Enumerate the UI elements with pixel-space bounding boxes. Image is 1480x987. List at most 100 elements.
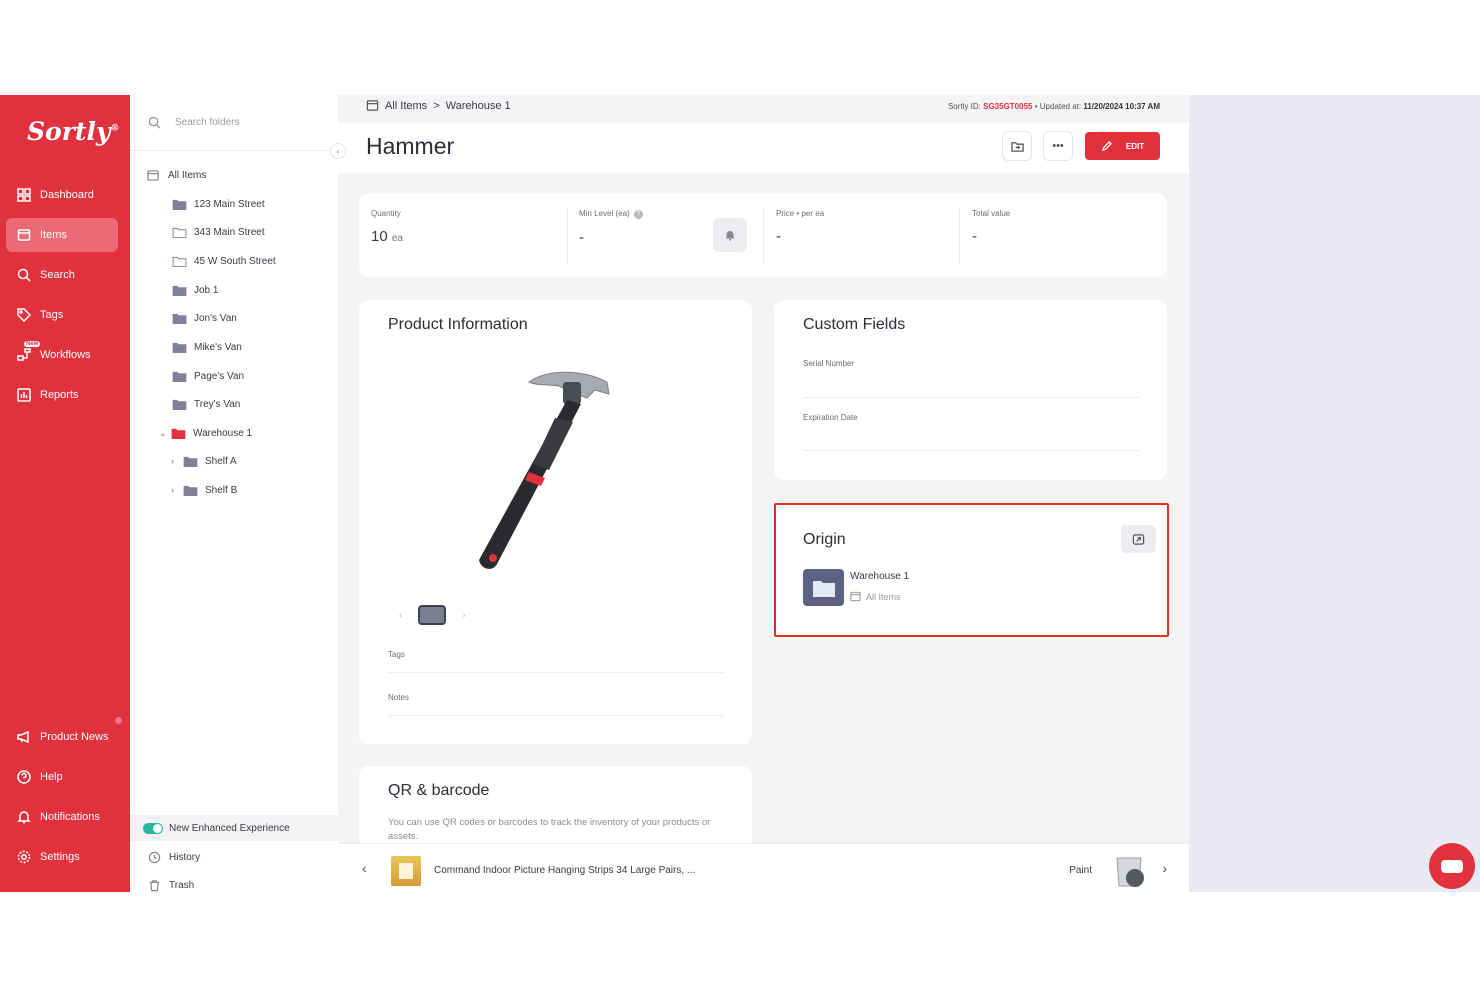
folder-item[interactable]: Job 1: [172, 280, 218, 300]
folder-root[interactable]: All Items: [146, 165, 206, 185]
toggle-switch[interactable]: [143, 822, 163, 834]
nav-notifications[interactable]: Notifications: [6, 800, 118, 834]
chevron-right-icon[interactable]: ›: [171, 456, 181, 466]
next-item-title[interactable]: Paint: [1069, 865, 1092, 876]
origin-path-label: All Items: [866, 591, 901, 602]
image-thumbnails: ‹ ›: [399, 605, 466, 625]
new-badge: New: [24, 341, 41, 347]
go-to-folder-button[interactable]: [1121, 525, 1156, 553]
previous-item-button[interactable]: ‹: [362, 860, 367, 876]
gear-icon: [16, 849, 32, 865]
breadcrumb-current[interactable]: Warehouse 1: [446, 100, 511, 112]
origin-card: Origin Warehouse 1 All Items: [774, 503, 1169, 637]
qr-barcode-description: You can use QR codes or barcodes to trac…: [388, 817, 711, 842]
edit-button[interactable]: EDIT: [1085, 132, 1160, 160]
folder-label: 123 Main Street: [194, 198, 265, 210]
nav-dashboard[interactable]: Dashboard: [6, 178, 118, 212]
folder-item[interactable]: Jon's Van: [172, 308, 237, 328]
next-image-icon[interactable]: ›: [462, 610, 465, 621]
trash-label: Trash: [169, 879, 195, 891]
help-icon[interactable]: ?: [633, 210, 643, 219]
folder-icon: [171, 428, 186, 439]
chat-support-button[interactable]: [1429, 843, 1475, 889]
price-stat: Price • per ea -: [776, 209, 824, 245]
chat-icon: [1441, 859, 1463, 873]
pencil-icon: [1101, 140, 1112, 151]
chevron-right-icon[interactable]: ›: [171, 485, 181, 495]
sortly-logo[interactable]: Sortly®: [27, 117, 119, 146]
more-dots-icon: •••: [1052, 140, 1064, 152]
nav-label: Settings: [40, 851, 80, 863]
quantity-unit: ea: [391, 233, 403, 244]
folder-link-icon: [1132, 533, 1145, 545]
folder-search[interactable]: Search folders: [130, 95, 338, 151]
item-header: Hammer ••• EDIT: [338, 123, 1189, 173]
folder-move-icon: [1010, 141, 1024, 152]
items-icon: [16, 227, 32, 243]
origin-folder-name[interactable]: Warehouse 1: [850, 571, 909, 582]
divider: [567, 207, 568, 263]
folder-label: Jon's Van: [194, 312, 237, 324]
nav-label: Items: [40, 229, 67, 241]
folder-item[interactable]: 45 W South Street: [172, 251, 276, 271]
nav-label: Tags: [40, 309, 64, 321]
divider: [803, 450, 1139, 451]
folder-icon: [183, 485, 198, 496]
nav-items[interactable]: Items: [6, 218, 118, 252]
nav-product-news[interactable]: Product News: [6, 720, 118, 754]
alert-button[interactable]: [713, 218, 747, 252]
item-detail: All Items > Warehouse 1 Sortly ID: SG35G…: [338, 95, 1189, 892]
total-value-stat: Total value -: [972, 209, 1010, 245]
folder-item[interactable]: › Shelf A: [171, 451, 237, 471]
right-empty-pane: [1189, 95, 1480, 892]
folder-item[interactable]: 123 Main Street: [172, 194, 265, 214]
min-level-label: Min Level (ea): [579, 209, 630, 218]
trash-icon: [149, 879, 160, 891]
nav-label: Product News: [40, 731, 109, 743]
previous-item-title[interactable]: Command Indoor Picture Hanging Strips 34…: [434, 865, 695, 876]
nav-workflows[interactable]: New Workflows: [6, 338, 118, 372]
next-item-thumbnail[interactable]: [1111, 854, 1147, 888]
next-item-button[interactable]: ›: [1162, 860, 1167, 876]
nav-help[interactable]: Help: [6, 760, 118, 794]
divider: [388, 715, 724, 716]
thumbnail[interactable]: [418, 605, 447, 625]
move-item-button[interactable]: [1002, 131, 1032, 161]
item-title: Hammer: [366, 133, 455, 159]
search-icon: [148, 116, 161, 129]
enhanced-experience-toggle[interactable]: New Enhanced Experience: [130, 815, 338, 841]
trash-link[interactable]: Trash: [148, 875, 194, 892]
collapse-sidebar-button[interactable]: ‹: [330, 143, 346, 159]
stats-card: Quantity 10 ea Min Level (ea)? - Price •…: [359, 193, 1167, 277]
folder-item[interactable]: › Shelf B: [171, 480, 237, 500]
folder-outline-icon: [172, 227, 187, 238]
folder-item-selected[interactable]: ⌄ Warehouse 1: [159, 423, 252, 443]
main-nav: Sortly® Dashboard Items Search Tags New …: [0, 95, 130, 892]
folder-thumbnail[interactable]: [803, 569, 844, 606]
folder-item[interactable]: Trey's Van: [172, 394, 240, 414]
breadcrumb-root[interactable]: All Items: [385, 100, 427, 112]
nav-reports[interactable]: Reports: [6, 378, 118, 412]
folder-icon: [172, 313, 187, 324]
folder-item[interactable]: 343 Main Street: [172, 222, 265, 242]
nav-settings[interactable]: Settings: [6, 840, 118, 874]
nav-search[interactable]: Search: [6, 258, 118, 292]
product-information-title: Product Information: [388, 316, 528, 333]
nav-tags[interactable]: Tags: [6, 298, 118, 332]
chevron-down-icon[interactable]: ⌄: [159, 428, 169, 439]
folder-item[interactable]: Page's Van: [172, 366, 244, 386]
items-icon: [850, 591, 861, 602]
item-navigation-footer: ‹ Command Indoor Picture Hanging Strips …: [338, 843, 1189, 892]
previous-item-thumbnail[interactable]: [391, 856, 421, 886]
hammer-image[interactable]: [459, 360, 639, 580]
divider: [959, 207, 960, 263]
folder-item[interactable]: Mike's Van: [172, 337, 242, 357]
folder-icon: [172, 399, 187, 410]
folder-search-placeholder[interactable]: Search folders: [175, 117, 239, 128]
app-window: Sortly® Dashboard Items Search Tags New …: [0, 95, 1480, 892]
history-link[interactable]: History: [148, 847, 200, 867]
total-value-value: -: [972, 228, 977, 245]
more-button[interactable]: •••: [1043, 131, 1073, 161]
prev-image-icon[interactable]: ‹: [399, 610, 402, 621]
total-value-label: Total value: [972, 209, 1011, 218]
